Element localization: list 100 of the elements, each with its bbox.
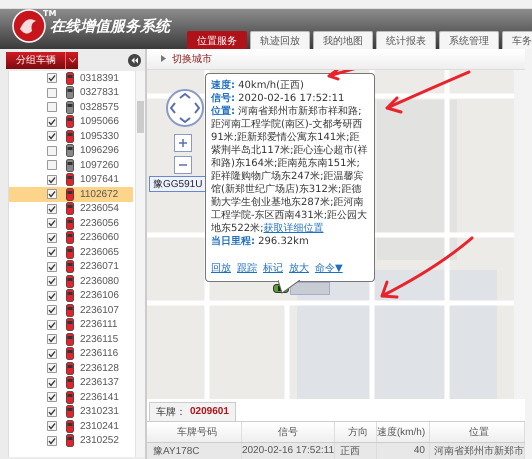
group-dropdown[interactable]: 分组车辆 [6,52,78,68]
vehicle-id: 0318391 [80,72,119,84]
vehicle-id: 2236054 [80,203,119,214]
vehicle-item[interactable]: 2236106 [9,288,135,303]
checkbox[interactable] [47,102,57,112]
vehicle-item[interactable]: 0328575 [9,100,135,114]
checkbox[interactable] [47,262,57,272]
vehicle-item[interactable]: 2310241 [9,419,135,434]
checkbox[interactable] [47,146,57,156]
vehicle-item[interactable]: 2310231 [9,404,135,419]
checkbox[interactable] [47,247,57,258]
checkbox[interactable] [47,276,57,286]
popup-action-link[interactable]: 标记 [263,262,283,275]
checkbox[interactable] [47,232,57,243]
vehicle-item[interactable]: 2236116 [9,346,135,361]
checkbox[interactable] [47,320,57,330]
vehicle-item[interactable]: 2236060 [9,230,135,245]
app-title: 在线增值服务系统 [50,16,170,36]
vehicle-item[interactable]: 0327831 [9,86,135,100]
checkbox[interactable] [47,131,57,142]
nav-tab[interactable]: 我的地图 [313,31,373,49]
checkbox[interactable] [47,73,57,84]
vehicle-id: 2236065 [80,246,119,258]
vehicle-item[interactable]: 1096296 [9,144,135,158]
table-cell: 40 [377,442,430,459]
nav-tab[interactable]: 统计报表 [376,31,436,49]
vehicle-item[interactable]: 1097260 [9,158,135,172]
vehicle-id: 2236060 [80,232,119,244]
checkbox[interactable] [47,160,57,170]
vehicle-id: 2236141 [80,392,119,403]
scrollbar[interactable] [135,71,145,457]
vehicle-item[interactable]: 1102672 [9,187,133,202]
vehicle-item[interactable]: 1095330 [9,129,135,144]
popup-action-link[interactable]: 跟踪 [237,262,257,275]
vehicle-item[interactable]: 2236056 [9,216,135,230]
zoom-in-button[interactable] [174,134,192,152]
column-header[interactable]: 车牌号码 [147,422,242,442]
column-header[interactable]: 方向 [335,422,377,442]
popup-action-link[interactable]: 放大 [289,262,309,275]
vehicle-item[interactable]: 1095066 [9,114,135,129]
popup-action-link[interactable]: 回放 [211,262,231,275]
vehicle-id: 2310252 [80,435,119,446]
column-header[interactable]: 速度(km/h) [377,422,430,442]
vehicle-item[interactable]: 2236107 [9,303,135,318]
checkbox[interactable] [47,204,57,214]
vehicle-item[interactable]: 2236054 [9,202,135,216]
checkbox[interactable] [47,363,57,374]
vehicle-id: 2236106 [80,290,119,302]
popup-action-link[interactable]: 命令▼ [315,262,343,275]
checkbox[interactable] [47,290,57,301]
checkbox[interactable] [47,348,57,359]
vehicle-id: 2236107 [80,304,119,316]
checkbox[interactable] [47,421,57,432]
vehicle-item[interactable]: 2236128 [9,361,135,376]
checkbox[interactable] [47,406,57,417]
caret-icon [68,58,76,62]
nav-tab[interactable]: 位置服务 [187,31,247,49]
vehicle-item[interactable]: 2236065 [9,245,135,260]
table-cell: 河南省郑州市新郑市 [430,442,525,459]
vehicle-id: 2236111 [80,319,118,330]
column-header[interactable]: 位置 [430,422,525,442]
vehicle-id: 1102672 [80,188,118,200]
vehicle-label[interactable]: 豫GG591U [149,176,206,192]
vehicle-item[interactable]: 2236115 [9,332,135,346]
nav-tab[interactable]: 车务 [502,31,532,49]
pan-control[interactable] [165,88,205,128]
vehicle-item[interactable]: 2236137 [9,376,135,390]
vehicle-item[interactable]: 0318391 [9,71,135,86]
vehicle-id: 1095330 [80,130,119,142]
collapse-icon[interactable] [128,54,141,66]
checkbox[interactable] [47,88,57,98]
checkbox[interactable] [47,116,57,127]
switch-city-link[interactable]: 切换城市 [172,52,212,66]
vehicle-id: 2236137 [80,377,119,388]
checkbox[interactable] [47,218,57,228]
vehicle-id: 2236116 [80,348,118,360]
checkbox[interactable] [47,174,57,185]
vehicle-item[interactable]: 2310252 [9,434,135,448]
vehicle-id: 0327831 [80,87,119,98]
vehicle-id: 2236115 [80,334,118,345]
checkbox[interactable] [47,334,57,344]
nav-tab[interactable]: 系统管理 [439,31,499,49]
column-header[interactable]: 信号 [242,422,335,442]
vehicle-id: 2310231 [80,406,119,418]
table-cell: 正西 [335,442,377,459]
vehicle-item[interactable]: 2236080 [9,274,135,288]
checkbox[interactable] [47,436,57,446]
vehicle-item[interactable]: 2236071 [9,260,135,274]
vehicle-id: 2236128 [80,362,119,374]
checkbox[interactable] [47,392,57,402]
checkbox[interactable] [47,378,57,388]
checkbox[interactable] [47,305,57,316]
vehicle-item[interactable]: 2236141 [9,390,135,404]
detail-location-link[interactable]: 获取详细位置 [263,222,324,234]
checkbox[interactable] [47,189,57,200]
vehicle-item[interactable]: 2236111 [9,318,135,332]
vehicle-item[interactable]: 1097641 [9,172,135,187]
table-cell: 豫AY178C [147,442,242,459]
nav-tab[interactable]: 轨迹回放 [250,31,310,49]
zoom-out-button[interactable] [174,156,192,174]
